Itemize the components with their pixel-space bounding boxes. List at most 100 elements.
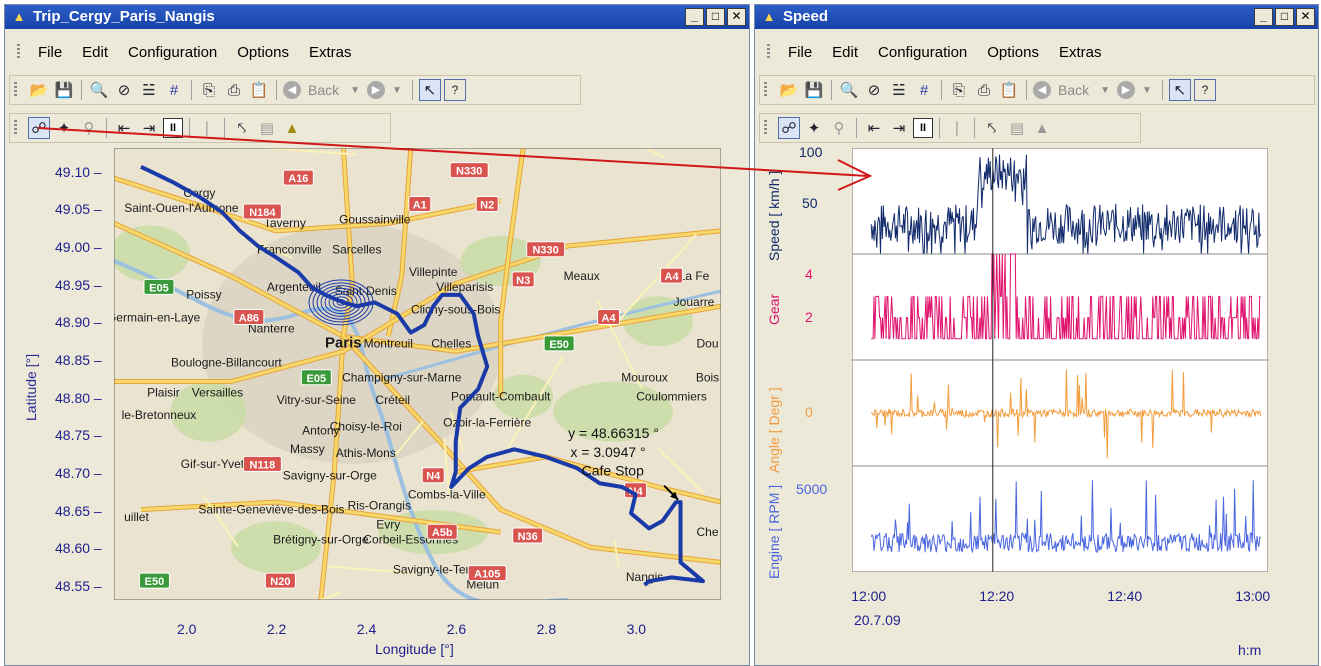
x-tick-label: 12:00: [851, 588, 886, 604]
pause-icon[interactable]: II: [163, 118, 183, 138]
cursor-mode-icon[interactable]: ☍: [28, 117, 50, 139]
menu-configuration[interactable]: Configuration: [868, 44, 977, 61]
forward-dropdown-icon[interactable]: ▼: [388, 85, 406, 96]
unzoom-icon[interactable]: ⊘: [863, 79, 885, 101]
trip-titlebar[interactable]: ▲ Trip_Cergy_Paris_Nangis _ □ ✕: [5, 5, 749, 29]
map-y-tick: 48.55 –: [55, 578, 102, 594]
back-button[interactable]: Back: [304, 82, 343, 98]
axis-scale-icon[interactable]: ▲: [1031, 117, 1053, 139]
map-plot[interactable]: CergySaint-Ouen-l'AumoneTaverny Goussainv…: [114, 148, 721, 600]
cursor-left-icon[interactable]: ⇤: [863, 117, 885, 139]
toolbar-grip[interactable]: [14, 82, 17, 98]
grid-icon[interactable]: #: [913, 79, 935, 101]
menu-configuration[interactable]: Configuration: [118, 44, 227, 61]
pointer-icon[interactable]: ↖: [419, 79, 441, 101]
minimize-button[interactable]: _: [1254, 8, 1273, 26]
open-folder-icon[interactable]: 📂: [28, 79, 50, 101]
clipboard-icon[interactable]: 📋: [248, 79, 270, 101]
grid-icon[interactable]: #: [163, 79, 185, 101]
axis-scale-icon[interactable]: ▲: [281, 117, 303, 139]
panel-label-speed: Speed [ km/h ]: [766, 171, 782, 261]
dual-cursor-icon[interactable]: ✦: [53, 117, 75, 139]
close-button[interactable]: ✕: [727, 8, 746, 26]
magnifier-icon[interactable]: ⚲: [828, 117, 850, 139]
place-label: uillet: [124, 510, 149, 524]
magnifier-icon[interactable]: ⚲: [78, 117, 100, 139]
speed-chart-plot[interactable]: [852, 148, 1268, 572]
cursor-mode-icon[interactable]: ☍: [778, 117, 800, 139]
help-icon[interactable]: ?: [444, 79, 466, 101]
save-icon[interactable]: 💾: [803, 79, 825, 101]
place-label: Combs-la-Ville: [408, 487, 486, 501]
menu-edit[interactable]: Edit: [72, 44, 118, 61]
marker-icon[interactable]: ⤣: [981, 117, 1003, 139]
print-icon[interactable]: ⎙: [223, 79, 245, 101]
x-tick-label: 12:20: [979, 588, 1014, 604]
speed-titlebar[interactable]: ▲ Speed _ □ ✕: [755, 5, 1318, 29]
cursor-right-icon[interactable]: ⇥: [888, 117, 910, 139]
map-x-tick: 2.8: [537, 621, 556, 637]
forward-arrow-icon[interactable]: ▶: [1117, 81, 1135, 99]
toolbar-grip[interactable]: [14, 120, 17, 136]
place-label: Jouarre: [674, 295, 715, 309]
menu-options[interactable]: Options: [977, 44, 1049, 61]
toolbar-separator: [974, 118, 975, 138]
forward-arrow-icon[interactable]: ▶: [367, 81, 385, 99]
toolbar-separator: [412, 80, 413, 100]
print-icon[interactable]: ⎙: [973, 79, 995, 101]
y-tick-label: 4: [805, 266, 813, 282]
pause-icon[interactable]: II: [913, 118, 933, 138]
menu-file[interactable]: File: [778, 44, 822, 61]
step-icon[interactable]: ∣: [946, 117, 968, 139]
toolbar-grip[interactable]: [764, 82, 767, 98]
copy-icon[interactable]: ⎘: [948, 79, 970, 101]
open-folder-icon[interactable]: 📂: [778, 79, 800, 101]
place-label: le-Bretonneux: [122, 408, 197, 422]
map-y-tick: 48.90 –: [55, 314, 102, 330]
maximize-button[interactable]: □: [706, 8, 725, 26]
copy-icon[interactable]: ⎘: [198, 79, 220, 101]
save-icon[interactable]: 💾: [53, 79, 75, 101]
toolbar-grip[interactable]: [764, 120, 767, 136]
menubar-grip[interactable]: [767, 44, 770, 60]
speed-window-title: Speed: [783, 8, 828, 25]
menu-options[interactable]: Options: [227, 44, 299, 61]
back-button[interactable]: Back: [1054, 82, 1093, 98]
pointer-icon[interactable]: ↖: [1169, 79, 1191, 101]
zoom-icon[interactable]: 🔍: [88, 79, 110, 101]
axis-icon[interactable]: ☱: [138, 79, 160, 101]
toolbar-separator: [1026, 80, 1027, 100]
menu-extras[interactable]: Extras: [299, 44, 362, 61]
dual-cursor-icon[interactable]: ✦: [803, 117, 825, 139]
marker-icon[interactable]: ⤣: [231, 117, 253, 139]
cursor-left-icon[interactable]: ⇤: [113, 117, 135, 139]
zoom-icon[interactable]: 🔍: [838, 79, 860, 101]
forward-dropdown-icon[interactable]: ▼: [1138, 85, 1156, 96]
menubar-grip[interactable]: [17, 44, 20, 60]
back-dropdown-icon[interactable]: ▼: [1096, 85, 1114, 96]
y-tick-label: 2: [805, 309, 813, 325]
menu-edit[interactable]: Edit: [822, 44, 868, 61]
toolbar-separator: [941, 80, 942, 100]
minimize-button[interactable]: _: [685, 8, 704, 26]
close-button[interactable]: ✕: [1296, 8, 1315, 26]
step-icon[interactable]: ∣: [196, 117, 218, 139]
cursor-right-icon[interactable]: ⇥: [138, 117, 160, 139]
back-arrow-icon[interactable]: ◀: [283, 81, 301, 99]
road-badge-label: N36: [518, 531, 538, 543]
ruler-icon[interactable]: ▤: [256, 117, 278, 139]
place-label: Goussainville: [339, 212, 411, 226]
help-icon[interactable]: ?: [1194, 79, 1216, 101]
x-unit-label: h:m: [1238, 642, 1261, 658]
back-dropdown-icon[interactable]: ▼: [346, 85, 364, 96]
x-tick-label: 13:00: [1235, 588, 1270, 604]
back-arrow-icon[interactable]: ◀: [1033, 81, 1051, 99]
axis-icon[interactable]: ☱: [888, 79, 910, 101]
menu-file[interactable]: File: [28, 44, 72, 61]
place-label: La Fe: [679, 269, 710, 283]
maximize-button[interactable]: □: [1275, 8, 1294, 26]
ruler-icon[interactable]: ▤: [1006, 117, 1028, 139]
unzoom-icon[interactable]: ⊘: [113, 79, 135, 101]
clipboard-icon[interactable]: 📋: [998, 79, 1020, 101]
menu-extras[interactable]: Extras: [1049, 44, 1112, 61]
